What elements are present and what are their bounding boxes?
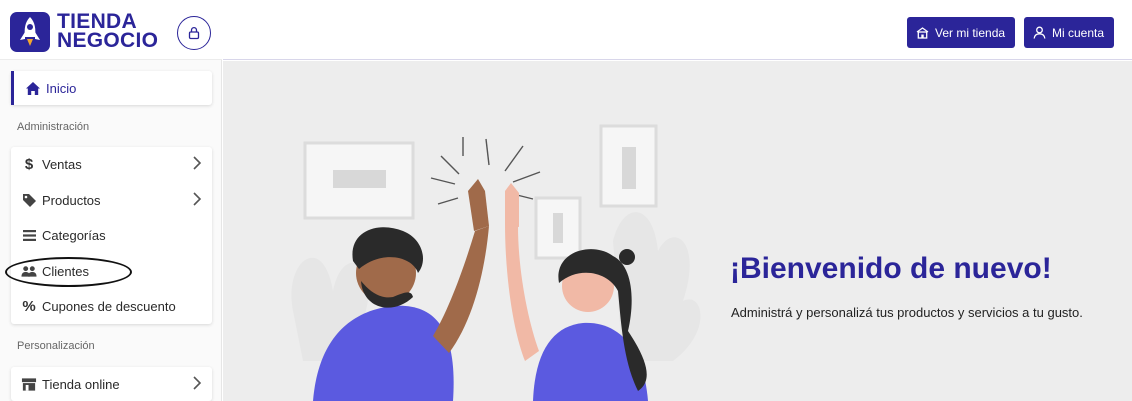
lock-icon (188, 26, 200, 40)
sidebar: TIENDA NEGOCIO Inicio Administración $ V… (0, 0, 222, 401)
percent-icon: % (22, 297, 36, 315)
tag-icon (21, 192, 37, 208)
section-title-custom: Personalización (17, 340, 95, 352)
home-icon (25, 80, 41, 96)
sidebar-item-inicio[interactable]: Inicio (11, 71, 212, 105)
sidebar-item-ventas[interactable]: $ Ventas (11, 147, 212, 182)
sidebar-item-label: Tienda online (42, 377, 120, 392)
brand-name[interactable]: TIENDA NEGOCIO (57, 11, 159, 52)
dollar-icon: $ (24, 155, 34, 173)
brand-line-2: NEGOCIO (57, 29, 159, 52)
sidebar-item-cupones[interactable]: % Cupones de descuento (11, 289, 212, 324)
chevron-right-icon (192, 375, 202, 394)
top-bar: Ver mi tienda Mi cuenta (223, 0, 1132, 60)
store-icon (21, 376, 37, 392)
welcome-subtitle: Administrá y personalizá tus productos y… (731, 305, 1083, 320)
lock-button[interactable] (177, 16, 211, 50)
sidebar-item-label: Cupones de descuento (42, 299, 176, 314)
logo-row: TIENDA NEGOCIO (0, 0, 222, 60)
annotation-ellipse (5, 257, 132, 287)
user-icon (1033, 26, 1046, 39)
rocket-logo-icon (10, 12, 50, 52)
chevron-right-icon (192, 191, 202, 210)
high-five-illustration (291, 124, 701, 401)
sidebar-item-label: Productos (42, 193, 101, 208)
admin-card: $ Ventas Productos Categorías Clientes %… (11, 147, 212, 324)
my-account-label: Mi cuenta (1052, 25, 1105, 40)
custom-card: Tienda online (11, 367, 212, 401)
my-account-button[interactable]: Mi cuenta (1024, 17, 1115, 48)
chevron-right-icon (192, 155, 202, 174)
view-store-button[interactable]: Ver mi tienda (907, 17, 1016, 48)
list-icon (21, 227, 37, 243)
sidebar-item-tienda-online[interactable]: Tienda online (11, 367, 212, 401)
storefront-icon (916, 26, 929, 39)
section-title-admin: Administración (17, 121, 90, 133)
welcome-title: ¡Bienvenido de nuevo! (730, 252, 1052, 285)
sidebar-item-label: Inicio (46, 81, 77, 96)
sidebar-item-productos[interactable]: Productos (11, 183, 212, 218)
sidebar-item-label: Categorías (42, 228, 106, 243)
sidebar-item-label: Ventas (42, 157, 82, 172)
main-content: ¡Bienvenido de nuevo! Administrá y perso… (223, 61, 1132, 401)
view-store-label: Ver mi tienda (935, 25, 1006, 40)
home-card: Inicio (11, 71, 212, 105)
sidebar-item-categorias[interactable]: Categorías (11, 218, 212, 253)
